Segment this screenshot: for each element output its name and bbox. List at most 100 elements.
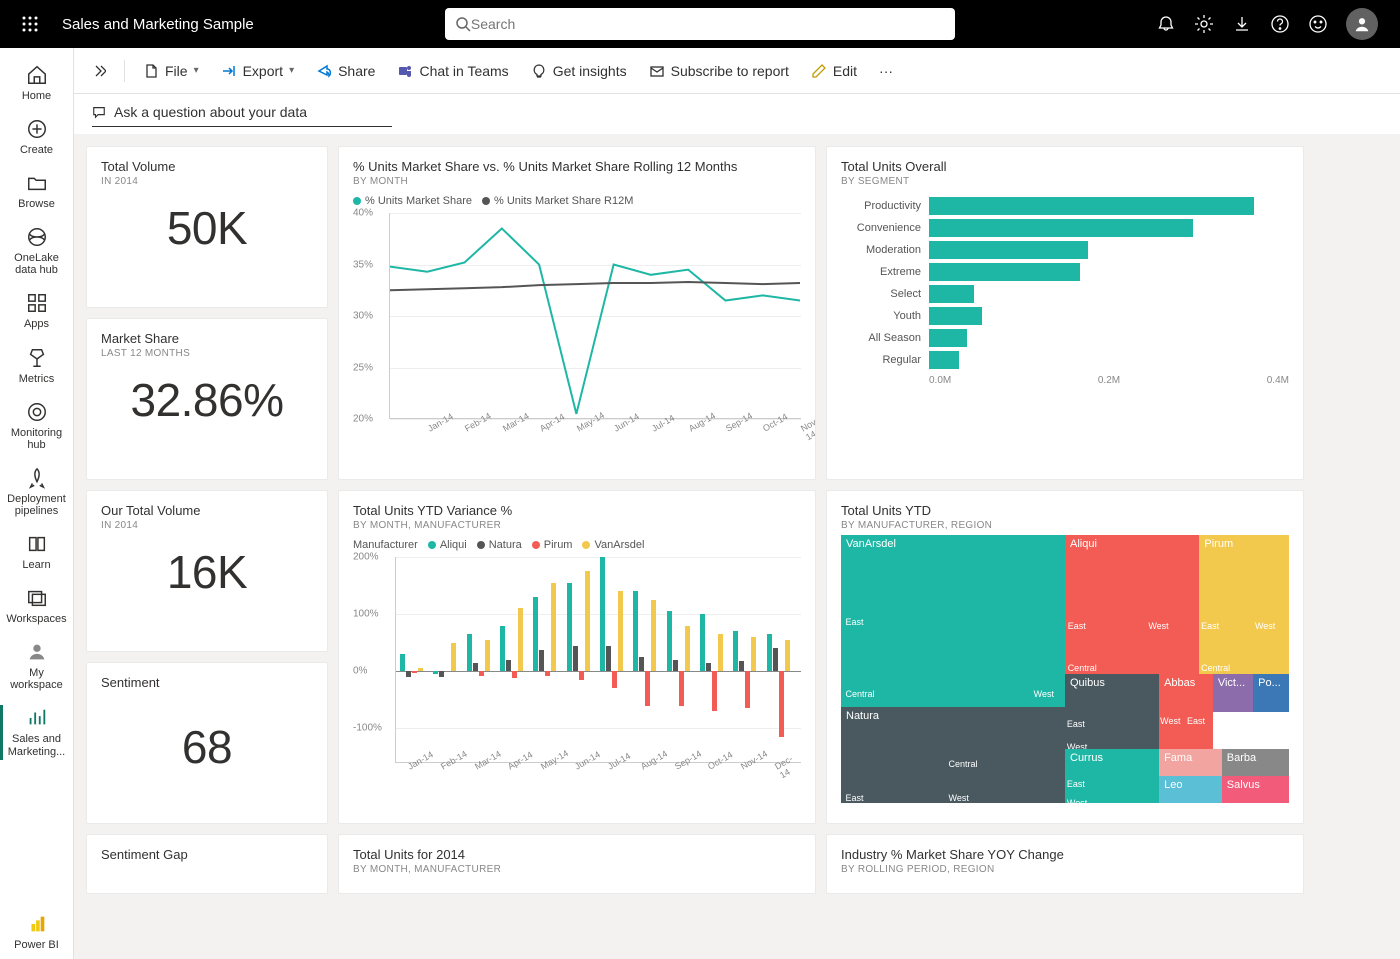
card-industry-share[interactable]: Industry % Market Share YOY Change BY RO… xyxy=(826,834,1304,894)
settings-icon[interactable] xyxy=(1194,14,1214,34)
nav-home[interactable]: Home xyxy=(0,56,73,110)
left-nav: Home Create Browse OneLake data hub Apps… xyxy=(0,48,74,959)
chart-legend: % Units Market Share% Units Market Share… xyxy=(353,195,801,207)
nav-deploy[interactable]: Deployment pipelines xyxy=(0,459,73,525)
kpi-value: 68 xyxy=(101,720,313,774)
nav-browse[interactable]: Browse xyxy=(0,164,73,218)
nav-label: Apps xyxy=(24,318,49,330)
notifications-icon[interactable] xyxy=(1156,14,1176,34)
card-subtitle: BY MONTH xyxy=(353,176,801,187)
report-canvas: Total Volume IN 2014 50K % Units Market … xyxy=(74,134,1400,959)
subscribe-button[interactable]: Subscribe to report xyxy=(641,59,797,83)
app-launcher-icon[interactable] xyxy=(12,6,48,42)
chat-teams-button[interactable]: Chat in Teams xyxy=(389,59,516,83)
ask-a-question-input[interactable]: Ask a question about your data xyxy=(92,102,392,127)
ask-placeholder: Ask a question about your data xyxy=(114,104,307,120)
get-insights-button[interactable]: Get insights xyxy=(523,59,635,83)
nav-sales-marketing[interactable]: Sales and Marketing... xyxy=(0,699,73,765)
card-title: Total Units YTD xyxy=(841,503,1289,518)
chat-icon xyxy=(92,105,106,119)
card-market-share[interactable]: Market Share LAST 12 MONTHS 32.86% xyxy=(86,318,328,480)
nav-metrics[interactable]: Metrics xyxy=(0,339,73,393)
card-units-ytd-variance[interactable]: Total Units YTD Variance % BY MONTH, MAN… xyxy=(338,490,816,824)
card-subtitle: BY SEGMENT xyxy=(841,176,1289,187)
top-bar: Sales and Marketing Sample xyxy=(0,0,1400,48)
card-title: Total Units YTD Variance % xyxy=(353,503,801,518)
nav-learn[interactable]: Learn xyxy=(0,525,73,579)
chevron-down-icon: ▾ xyxy=(194,65,199,76)
btn-label: Export xyxy=(243,63,283,79)
edit-button[interactable]: Edit xyxy=(803,59,865,83)
app-title: Sales and Marketing Sample xyxy=(62,16,254,33)
nav-my-workspace[interactable]: My workspace xyxy=(0,633,73,699)
nav-label: Sales and Marketing... xyxy=(2,733,71,757)
card-title: Market Share xyxy=(101,331,313,346)
nav-powerbi[interactable]: Power BI xyxy=(0,905,73,959)
card-total-units-2014[interactable]: Total Units for 2014 BY MONTH, MANUFACTU… xyxy=(338,834,816,894)
chart-legend: ManufacturerAliquiNaturaPirumVanArsdel xyxy=(353,539,801,551)
card-subtitle: IN 2014 xyxy=(101,520,313,531)
nav-label: Power BI xyxy=(14,939,59,951)
card-total-units-overall[interactable]: Total Units Overall BY SEGMENT Productiv… xyxy=(826,146,1304,480)
btn-label: Chat in Teams xyxy=(419,63,508,79)
nav-create[interactable]: Create xyxy=(0,110,73,164)
nav-label: My workspace xyxy=(2,667,71,691)
nav-label: Workspaces xyxy=(6,613,66,625)
nav-label: Create xyxy=(20,144,53,156)
card-units-market-share[interactable]: % Units Market Share vs. % Units Market … xyxy=(338,146,816,480)
kpi-value: 32.86% xyxy=(101,373,313,427)
btn-label: Get insights xyxy=(553,63,627,79)
kpi-value: 50K xyxy=(101,201,313,255)
grouped-bar-chart: -100%0%100%200%Jan-14Feb-14Mar-14Apr-14M… xyxy=(353,557,801,777)
card-subtitle: BY MANUFACTURER, REGION xyxy=(841,520,1289,531)
btn-label: Share xyxy=(338,63,375,79)
btn-label: File xyxy=(165,63,188,79)
download-icon[interactable] xyxy=(1232,14,1252,34)
search-wrap xyxy=(254,8,1146,40)
feedback-icon[interactable] xyxy=(1308,14,1328,34)
nav-monitoring[interactable]: Monitoring hub xyxy=(0,393,73,459)
more-button[interactable]: ··· xyxy=(871,59,901,83)
nav-label: Monitoring hub xyxy=(2,427,71,451)
account-avatar[interactable] xyxy=(1346,8,1378,40)
card-title: % Units Market Share vs. % Units Market … xyxy=(353,159,801,174)
card-title: Our Total Volume xyxy=(101,503,313,518)
nav-label: Metrics xyxy=(19,373,54,385)
top-icons xyxy=(1146,8,1388,40)
nav-apps[interactable]: Apps xyxy=(0,284,73,338)
nav-workspaces[interactable]: Workspaces xyxy=(0,579,73,633)
chevron-down-icon: ▾ xyxy=(289,65,294,76)
nav-label: Learn xyxy=(22,559,50,571)
card-our-total-volume[interactable]: Our Total Volume IN 2014 16K xyxy=(86,490,328,652)
line-chart: 20%25%30%35%40%Jan-14Feb-14Mar-14Apr-14M… xyxy=(353,213,801,433)
search-input[interactable] xyxy=(471,16,945,32)
treemap-chart: VanArsdelEastCentralWestNaturaEastCentra… xyxy=(841,535,1289,803)
share-button[interactable]: Share xyxy=(308,59,383,83)
ask-row: Ask a question about your data xyxy=(74,94,1400,134)
card-total-volume[interactable]: Total Volume IN 2014 50K xyxy=(86,146,328,308)
expand-pane-icon[interactable] xyxy=(84,60,114,82)
file-button[interactable]: File ▾ xyxy=(135,59,207,83)
card-subtitle: IN 2014 xyxy=(101,176,313,187)
card-title: Total Volume xyxy=(101,159,313,174)
card-total-units-ytd[interactable]: Total Units YTD BY MANUFACTURER, REGION … xyxy=(826,490,1304,824)
kpi-value: 16K xyxy=(101,545,313,599)
btn-label: Subscribe to report xyxy=(671,63,789,79)
nav-label: Home xyxy=(22,90,51,102)
card-sentiment-gap[interactable]: Sentiment Gap xyxy=(86,834,328,894)
card-subtitle: BY MONTH, MANUFACTURER xyxy=(353,520,801,531)
hbar-chart: ProductivityConvenienceModerationExtreme… xyxy=(841,197,1289,386)
card-title: Total Units Overall xyxy=(841,159,1289,174)
export-button[interactable]: Export ▾ xyxy=(213,59,303,83)
help-icon[interactable] xyxy=(1270,14,1290,34)
card-sentiment[interactable]: Sentiment 68 xyxy=(86,662,328,824)
nav-label: Deployment pipelines xyxy=(2,493,71,517)
report-toolbar: File ▾ Export ▾ Share Chat in Teams Get in… xyxy=(74,48,1400,94)
card-subtitle: BY MONTH, MANUFACTURER xyxy=(353,864,801,875)
card-title: Sentiment xyxy=(101,675,313,690)
card-subtitle: LAST 12 MONTHS xyxy=(101,348,313,359)
search-box[interactable] xyxy=(445,8,955,40)
card-subtitle: BY ROLLING PERIOD, REGION xyxy=(841,864,1289,875)
card-title: Sentiment Gap xyxy=(101,847,313,862)
nav-onelake[interactable]: OneLake data hub xyxy=(0,218,73,284)
